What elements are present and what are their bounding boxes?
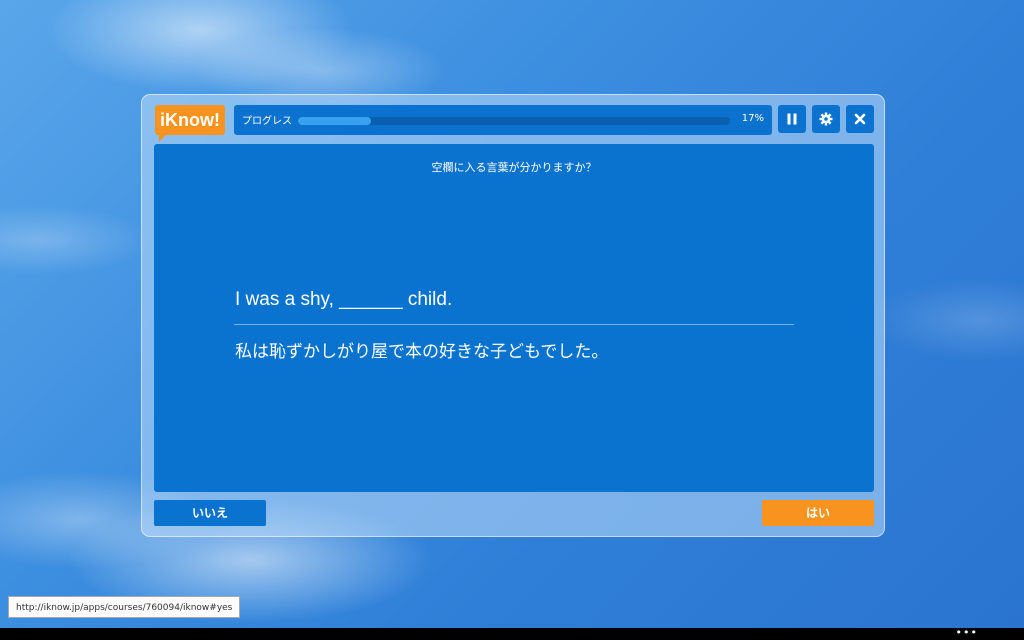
close-button[interactable] (846, 105, 874, 133)
close-icon (853, 110, 867, 128)
study-panel: iKnow! プログレス 17% 空欄に入る言葉が分かりますか？ I was a… (141, 94, 885, 537)
japanese-sentence: 私は恥ずかしがり屋で本の好きな子どもでした。 (235, 342, 609, 362)
status-bar-url: http://iknow.jp/apps/courses/760094/ikno… (8, 596, 241, 618)
progress-percent: 17% (741, 113, 764, 124)
settings-button[interactable] (812, 105, 840, 133)
progress-bar: プログレス 17% (234, 105, 772, 135)
english-sentence: I was a shy, ______ child. (235, 289, 453, 310)
iknow-logo: iKnow! (155, 105, 225, 142)
gear-icon (819, 110, 833, 128)
pause-button[interactable] (778, 105, 806, 133)
progress-fill (298, 117, 372, 125)
taskbar: ••• (0, 626, 1024, 640)
progress-track (298, 117, 730, 125)
no-button[interactable]: いいえ (154, 500, 266, 526)
progress-label: プログレス (242, 116, 292, 127)
pause-icon (785, 110, 799, 128)
card-divider (234, 324, 794, 325)
question-card: 空欄に入る言葉が分かりますか？ I was a shy, ______ chil… (154, 144, 874, 492)
more-icon[interactable]: ••• (956, 626, 978, 639)
yes-button[interactable]: はい (762, 500, 874, 526)
question-prompt: 空欄に入る言葉が分かりますか？ (431, 161, 597, 174)
